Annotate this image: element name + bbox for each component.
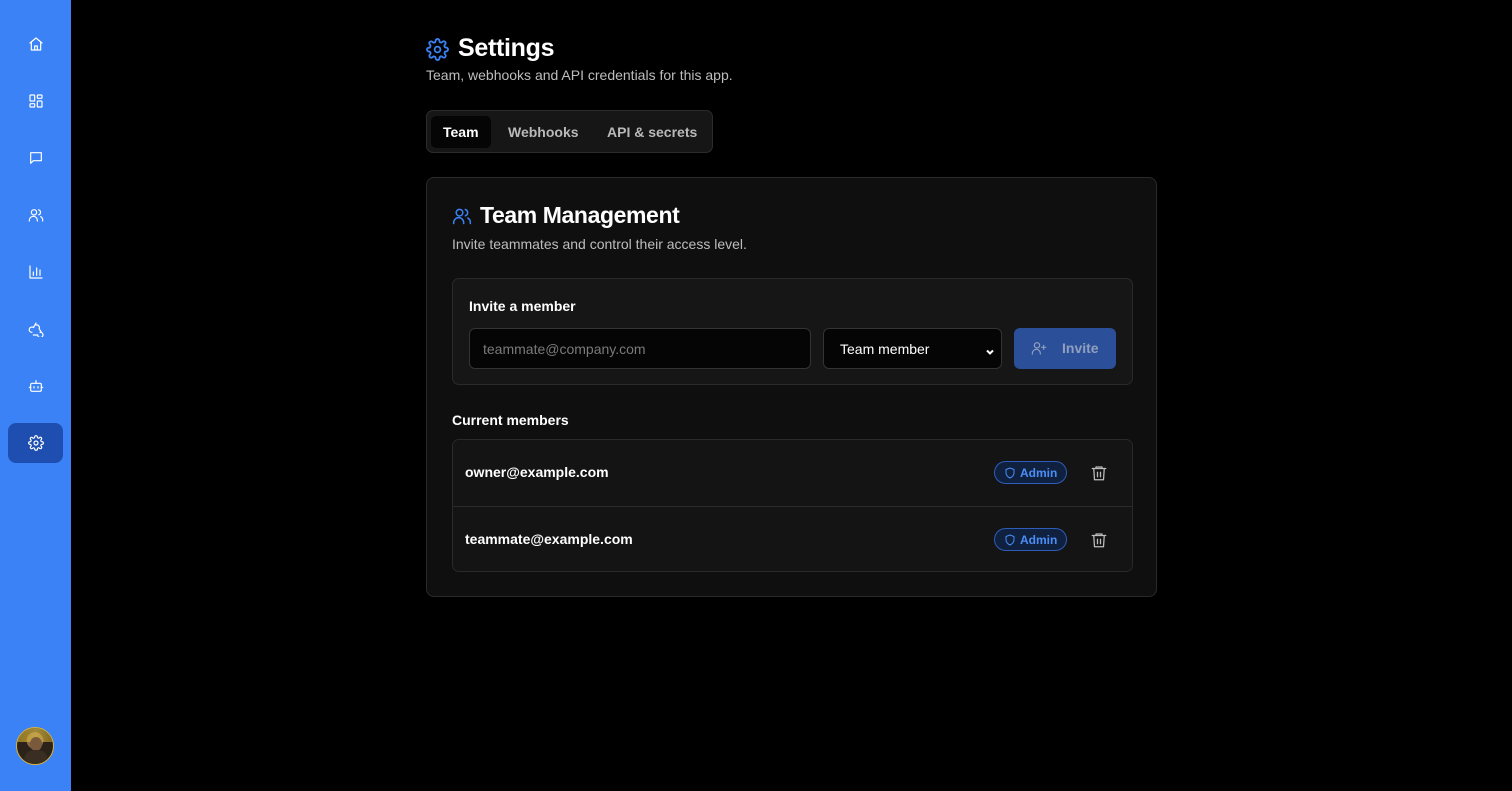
- sidebar-item-webhooks[interactable]: [8, 309, 63, 349]
- tab-team[interactable]: Team: [431, 116, 491, 148]
- member-row: teammate@example.com Admin: [453, 506, 1132, 571]
- dashboard-grid-icon: [28, 94, 43, 108]
- delete-member-button[interactable]: [1090, 531, 1108, 549]
- bar-chart-icon: [28, 265, 43, 279]
- avatar-head: [30, 737, 42, 751]
- card-title: Team Management: [480, 202, 680, 228]
- role-badge: Admin: [994, 461, 1067, 484]
- member-row: owner@example.com Admin: [453, 440, 1132, 506]
- sidebar-item-messages[interactable]: [8, 138, 63, 178]
- chevron-down-icon: [985, 344, 995, 355]
- webhook-icon: [28, 322, 44, 337]
- sidebar-item-dashboard[interactable]: [8, 81, 63, 121]
- sidebar-item-bots[interactable]: [8, 366, 63, 406]
- sidebar-item-settings[interactable]: [8, 423, 63, 463]
- role-select-value: Team member: [840, 340, 930, 357]
- invite-email-input[interactable]: [469, 328, 811, 369]
- invite-button[interactable]: Invite: [1014, 328, 1116, 369]
- users-icon: [452, 206, 472, 226]
- page-subtitle: Team, webhooks and API credentials for t…: [426, 67, 733, 83]
- gear-icon: [27, 435, 44, 451]
- role-badge: Admin: [994, 528, 1067, 551]
- role-badge-label: Admin: [1020, 533, 1058, 547]
- invite-label: Invite a member: [469, 298, 576, 314]
- settings-tabs: Team Webhooks API & secrets: [426, 110, 713, 153]
- page-title: Settings: [458, 34, 555, 62]
- home-icon: [28, 37, 43, 51]
- trash-icon: [1091, 466, 1107, 481]
- user-plus-icon: [1031, 340, 1047, 356]
- shield-icon: [1004, 534, 1016, 546]
- role-badge-label: Admin: [1020, 466, 1058, 480]
- settings-gear-icon: [426, 38, 449, 61]
- invite-button-label: Invite: [1062, 340, 1099, 356]
- tab-api-secrets[interactable]: API & secrets: [595, 116, 709, 148]
- role-select[interactable]: Team member: [823, 328, 1002, 369]
- sidebar: [0, 0, 71, 791]
- members-list: owner@example.com Admin teammate@example…: [452, 439, 1133, 572]
- bot-icon: [28, 380, 43, 392]
- team-management-card: Team Management Invite teammates and con…: [426, 177, 1157, 597]
- delete-member-button[interactable]: [1090, 464, 1108, 482]
- users-icon: [28, 209, 43, 222]
- member-email: owner@example.com: [465, 464, 609, 480]
- invite-member-panel: Invite a member Team member Invite: [452, 278, 1133, 385]
- member-email: teammate@example.com: [465, 531, 633, 547]
- avatar[interactable]: [16, 727, 54, 765]
- sidebar-item-users[interactable]: [8, 195, 63, 235]
- avatar-body: [24, 750, 48, 764]
- tab-webhooks[interactable]: Webhooks: [496, 116, 591, 148]
- chat-icon: [29, 152, 42, 164]
- card-description: Invite teammates and control their acces…: [452, 236, 747, 252]
- shield-icon: [1004, 467, 1016, 479]
- current-members-label: Current members: [452, 412, 569, 428]
- sidebar-item-home[interactable]: [8, 24, 63, 64]
- sidebar-item-analytics[interactable]: [8, 252, 63, 292]
- trash-icon: [1091, 533, 1107, 548]
